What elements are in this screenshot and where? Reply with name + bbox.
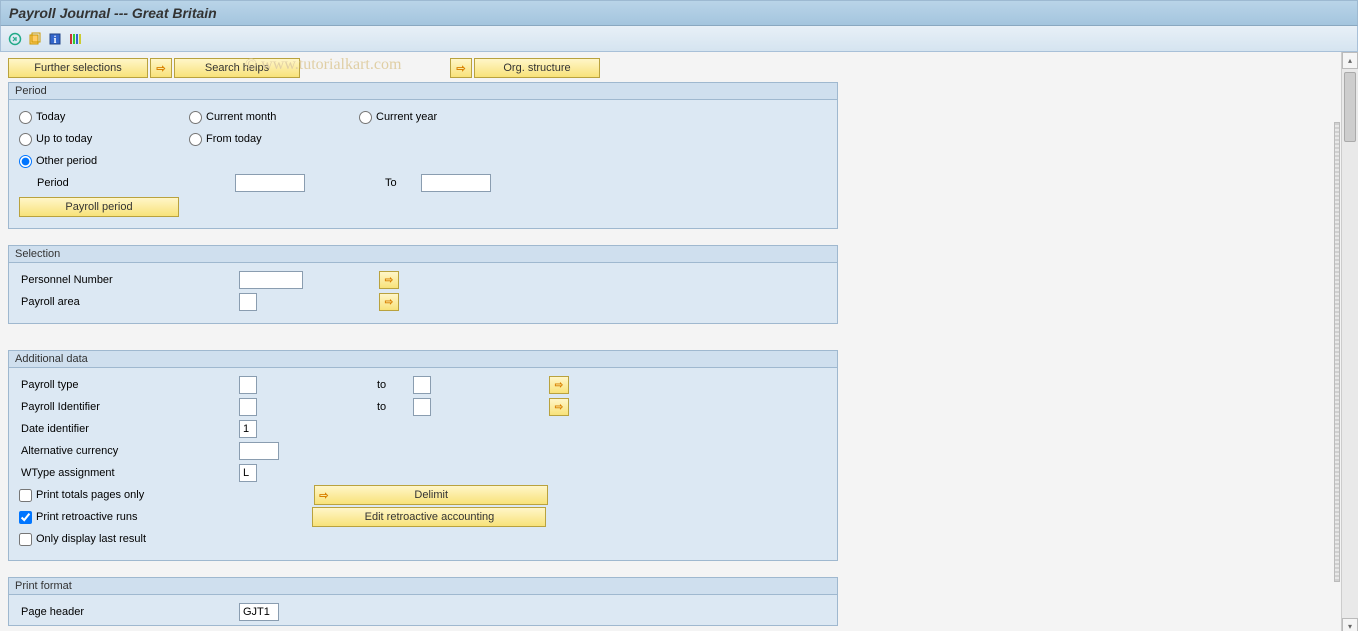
selection-buttons-row: Further selections ⇨ Search helps ⇨ Org.… [8,58,1330,78]
radio-label: From today [206,133,262,145]
additional-group-title: Additional data [9,351,837,368]
svg-text:i: i [54,35,57,46]
further-selections-button[interactable]: Further selections [8,58,148,78]
print-format-title: Print format [9,578,837,595]
print-totals-checkbox[interactable]: Print totals pages only [19,489,144,502]
personnel-number-label: Personnel Number [19,274,239,286]
period-group-title: Period [9,83,837,100]
period-to-label: To [385,177,421,189]
delimit-button[interactable]: ⇨ Delimit [314,485,548,505]
further-arrow-button[interactable]: ⇨ [150,58,172,78]
radio-label: Other period [36,155,97,167]
radio-from-today[interactable]: From today [189,133,359,146]
radio-label: Current month [206,111,276,123]
payroll-type-to-input[interactable] [413,376,431,394]
to-label: to [377,379,413,391]
window-title: Payroll Journal --- Great Britain [0,0,1358,26]
payroll-type-more-button[interactable]: ⇨ [549,376,569,394]
payroll-identifier-label: Payroll Identifier [19,401,239,413]
arrow-right-icon: ⇨ [385,275,393,286]
checkbox-label: Only display last result [36,533,146,545]
arrow-right-icon: ⇨ [385,297,393,308]
period-label: Period [19,177,235,189]
print-retro-checkbox[interactable]: Print retroactive runs [19,511,137,524]
radio-label: Today [36,111,65,123]
execute-icon[interactable] [7,31,23,47]
radio-current-month[interactable]: Current month [189,111,359,124]
org-structure-button[interactable]: Org. structure [474,58,600,78]
payroll-area-input[interactable] [239,293,257,311]
payroll-identifier-more-button[interactable]: ⇨ [549,398,569,416]
selection-group-title: Selection [9,246,837,263]
arrow-right-icon: ⇨ [456,62,465,75]
personnel-number-input[interactable] [239,271,303,289]
scrollbar-thumb[interactable] [1344,72,1356,142]
radio-today[interactable]: Today [19,111,189,124]
info-icon[interactable]: i [47,31,63,47]
print-format-group: Print format Page header [8,577,838,626]
payroll-identifier-from-input[interactable] [239,398,257,416]
payroll-area-more-button[interactable]: ⇨ [379,293,399,311]
period-from-input[interactable] [235,174,305,192]
variant-icon[interactable] [27,31,43,47]
search-helps-button[interactable]: Search helps [174,58,300,78]
page-header-label: Page header [19,606,239,618]
to-label: to [377,401,413,413]
payroll-type-label: Payroll type [19,379,239,391]
checkbox-label: Print totals pages only [36,489,144,501]
arrow-right-icon: ⇨ [319,489,328,502]
scroll-down-icon[interactable]: ▾ [1342,618,1358,631]
wtype-label: WType assignment [19,467,239,479]
bars-icon[interactable] [67,31,83,47]
alt-currency-input[interactable] [239,442,279,460]
period-group: Period Today Current month Current year … [8,82,838,229]
org-arrow-button[interactable]: ⇨ [450,58,472,78]
page-header-input[interactable] [239,603,279,621]
selection-group: Selection Personnel Number ⇨ Payroll are… [8,245,838,324]
date-identifier-input[interactable] [239,420,257,438]
arrow-right-icon: ⇨ [156,62,165,75]
only-display-checkbox[interactable]: Only display last result [19,533,146,546]
edit-retro-button[interactable]: Edit retroactive accounting [312,507,546,527]
radio-up-to-today[interactable]: Up to today [19,133,189,146]
payroll-period-button[interactable]: Payroll period [19,197,179,217]
wtype-input[interactable] [239,464,257,482]
radio-other-period[interactable]: Other period [19,155,189,168]
alt-currency-label: Alternative currency [19,445,239,457]
checkbox-label: Print retroactive runs [36,511,137,523]
radio-current-year[interactable]: Current year [359,111,529,124]
date-identifier-label: Date identifier [19,423,239,435]
payroll-type-from-input[interactable] [239,376,257,394]
vertical-scrollbar[interactable]: ▴ ▾ [1341,52,1358,631]
arrow-right-icon: ⇨ [555,380,563,391]
personnel-more-button[interactable]: ⇨ [379,271,399,289]
arrow-right-icon: ⇨ [555,402,563,413]
period-to-input[interactable] [421,174,491,192]
radio-label: Current year [376,111,437,123]
app-toolbar: i [0,26,1358,52]
radio-label: Up to today [36,133,92,145]
additional-data-group: Additional data Payroll type to ⇨ Payrol… [8,350,838,561]
payroll-area-label: Payroll area [19,296,239,308]
payroll-identifier-to-input[interactable] [413,398,431,416]
button-label: Delimit [414,489,448,501]
panel-grip[interactable] [1334,122,1340,582]
scroll-up-icon[interactable]: ▴ [1342,52,1358,69]
